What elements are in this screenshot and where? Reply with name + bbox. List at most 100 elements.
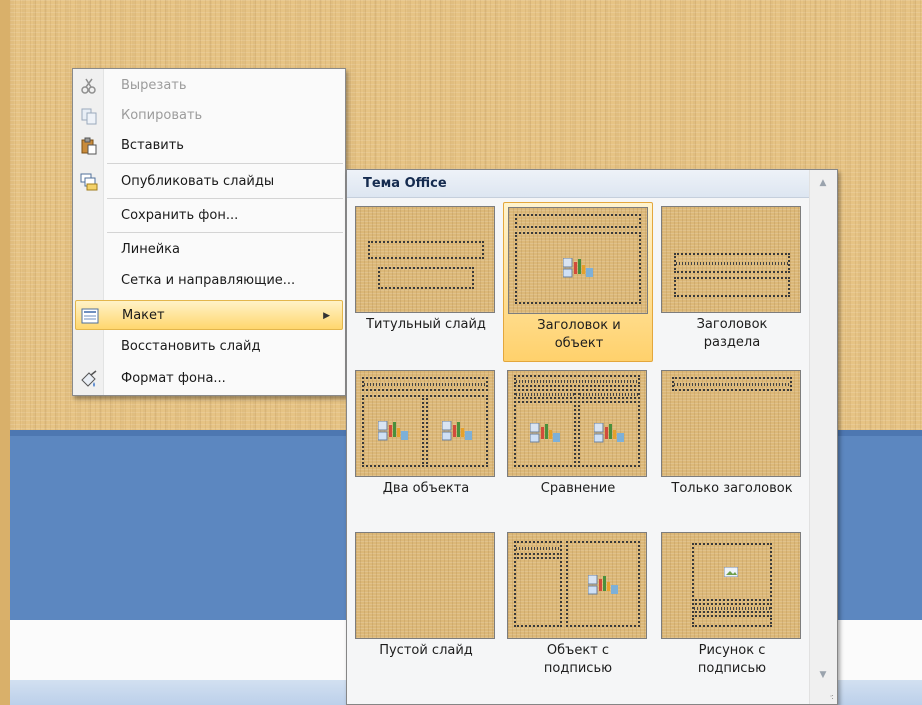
content-placeholder xyxy=(515,232,641,304)
paste-icon xyxy=(80,137,98,155)
menu-item-reset-slide[interactable]: Восстановить слайд xyxy=(75,332,343,362)
layout-thumbnail xyxy=(507,370,647,477)
content-placeholder xyxy=(566,541,640,627)
menu-separator xyxy=(107,232,343,233)
menu-item-grid-guides[interactable]: Сетка и направляющие... xyxy=(75,266,343,296)
heading-placeholder-right xyxy=(578,389,640,399)
menu-item-layout[interactable]: Макет ▶ xyxy=(75,300,343,330)
caption-line: Заголовок и xyxy=(537,318,621,333)
title-placeholder xyxy=(672,377,792,391)
content-object-icon xyxy=(563,258,593,278)
title-placeholder xyxy=(692,603,772,613)
layout-thumbnail xyxy=(355,370,495,477)
submenu-arrow-icon: ▶ xyxy=(323,311,330,321)
content-placeholder-right xyxy=(426,395,488,467)
format-background-icon xyxy=(80,370,98,388)
layout-thumbnail xyxy=(661,206,801,313)
text-placeholder xyxy=(692,615,772,627)
menu-item-label: Формат фона... xyxy=(121,371,226,386)
layout-picture-with-caption[interactable]: Рисунок с подписью xyxy=(657,528,807,688)
menu-item-label: Восстановить слайд xyxy=(121,339,261,354)
menu-item-label: Вставить xyxy=(121,138,184,153)
caption-line: Рисунок с xyxy=(698,643,766,658)
content-placeholder-left xyxy=(362,395,424,467)
picture-placeholder xyxy=(692,543,772,601)
menu-item-label: Вырезать xyxy=(121,78,187,93)
heading-placeholder-left xyxy=(514,389,576,399)
layout-section-header[interactable]: Заголовок раздела xyxy=(657,202,807,362)
title-placeholder xyxy=(514,541,562,555)
layout-comparison[interactable]: Сравнение xyxy=(503,366,653,526)
content-object-icon xyxy=(378,421,408,441)
layout-gallery: Тема Office ▲ ▼ ·: Титульный слайд Загол… xyxy=(346,169,838,705)
layout-blank[interactable]: Пустой слайд xyxy=(351,528,501,688)
text-placeholder xyxy=(674,277,790,297)
content-object-icon xyxy=(588,575,618,595)
caption-line: Титульный слайд xyxy=(366,317,486,332)
layout-content-with-caption[interactable]: Объект с подписью xyxy=(503,528,653,688)
subtitle-placeholder xyxy=(378,267,474,289)
layout-thumbnail xyxy=(507,532,647,639)
scissors-icon xyxy=(80,77,98,95)
menu-separator xyxy=(107,198,343,199)
caption-line: раздела xyxy=(703,335,761,350)
menu-item-format-background[interactable]: Формат фона... xyxy=(75,364,343,394)
scroll-down-icon[interactable]: ▼ xyxy=(817,670,829,680)
caption-line: Пустой слайд xyxy=(379,643,473,658)
layout-two-content[interactable]: Два объекта xyxy=(351,366,501,526)
menu-item-paste[interactable]: Вставить xyxy=(75,131,343,161)
layout-caption: Только заголовок xyxy=(657,480,807,498)
caption-line: Заголовок xyxy=(696,317,768,332)
title-placeholder xyxy=(674,253,790,273)
content-object-icon xyxy=(530,423,560,443)
resize-grip-icon[interactable]: ·: xyxy=(830,692,834,701)
layout-caption: Два объекта xyxy=(351,480,501,498)
title-placeholder xyxy=(515,214,641,228)
menu-item-save-background[interactable]: Сохранить фон... xyxy=(75,201,343,231)
scroll-up-icon[interactable]: ▲ xyxy=(817,178,829,188)
layout-caption: Титульный слайд xyxy=(351,316,501,334)
context-menu: Вырезать Копировать Вставить Опубликоват… xyxy=(72,68,346,396)
layout-title-slide[interactable]: Титульный слайд xyxy=(351,202,501,362)
title-placeholder xyxy=(362,377,488,391)
layout-caption: Рисунок с подписью xyxy=(657,642,807,678)
layout-title-and-content[interactable]: Заголовок и объект xyxy=(503,202,653,362)
menu-item-label: Опубликовать слайды xyxy=(121,174,275,189)
menu-item-label: Линейка xyxy=(121,242,180,257)
gallery-scrollbar[interactable]: ▲ ▼ ·: xyxy=(809,170,837,704)
copy-icon xyxy=(80,107,98,125)
layout-thumbnail xyxy=(661,532,801,639)
layout-thumbnail xyxy=(355,532,495,639)
menu-item-copy[interactable]: Копировать xyxy=(75,101,343,131)
menu-item-cut[interactable]: Вырезать xyxy=(75,71,343,101)
menu-separator xyxy=(107,163,343,164)
content-placeholder-right xyxy=(578,401,640,467)
layout-icon xyxy=(81,307,99,325)
layout-caption: Сравнение xyxy=(503,480,653,498)
menu-item-label: Сохранить фон... xyxy=(121,208,239,223)
menu-item-ruler[interactable]: Линейка xyxy=(75,235,343,265)
caption-line: Сравнение xyxy=(540,481,616,496)
caption-line: объект xyxy=(554,336,604,351)
content-object-icon xyxy=(594,423,624,443)
slide-left-edge xyxy=(0,0,10,705)
layout-caption: Заголовок и объект xyxy=(504,317,654,353)
title-placeholder xyxy=(514,375,640,387)
layout-title-only[interactable]: Только заголовок xyxy=(657,366,807,526)
menu-item-publish-slides[interactable]: Опубликовать слайды xyxy=(75,167,343,197)
content-object-icon xyxy=(442,421,472,441)
picture-icon xyxy=(724,567,738,577)
layout-thumbnail xyxy=(508,207,648,314)
gallery-title: Тема Office xyxy=(363,176,447,191)
publish-slides-icon xyxy=(80,173,98,191)
caption-line: Два объекта xyxy=(382,481,470,496)
caption-line: подписью xyxy=(543,661,613,676)
menu-item-label: Макет xyxy=(122,308,165,323)
caption-line: Объект с xyxy=(546,643,610,658)
layout-thumbnail xyxy=(661,370,801,477)
text-placeholder xyxy=(514,557,562,627)
menu-item-label: Копировать xyxy=(121,108,203,123)
content-placeholder-left xyxy=(514,401,576,467)
layout-caption: Заголовок раздела xyxy=(657,316,807,352)
layout-caption: Объект с подписью xyxy=(503,642,653,678)
